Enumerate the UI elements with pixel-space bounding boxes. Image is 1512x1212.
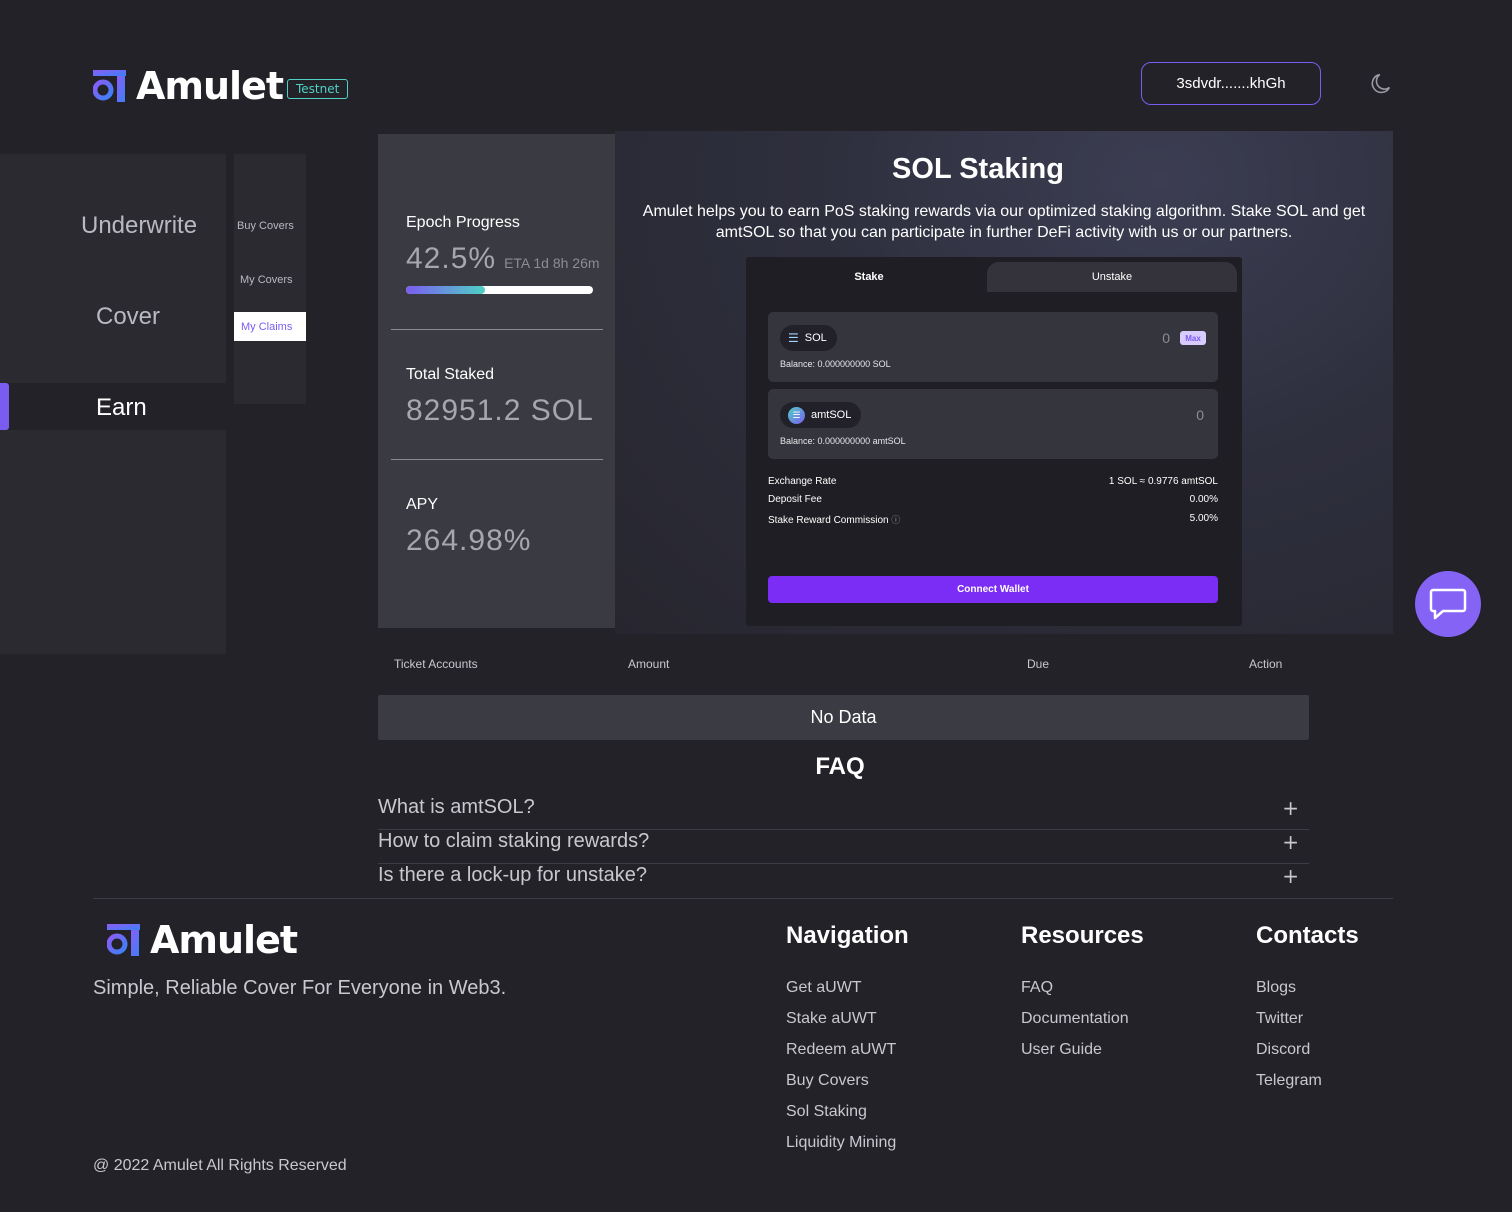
apy-value: 264.98% — [406, 524, 532, 557]
deposit-fee-value: 0.00% — [1189, 494, 1218, 505]
hero-description: Amulet helps you to earn PoS staking rew… — [642, 203, 1366, 241]
amtsol-icon: ☰ — [788, 406, 805, 424]
footer-link-blogs[interactable]: Blogs — [1256, 979, 1296, 997]
stake-input-box: ☰ SOL 0 Max Balance: 0.000000000 SOL — [768, 312, 1218, 382]
footer-logo[interactable]: Amulet — [107, 918, 298, 962]
sol-token-pill[interactable]: ☰ SOL — [780, 325, 837, 351]
footer-link-telegram[interactable]: Telegram — [1256, 1072, 1322, 1090]
footer-copyright: @ 2022 Amulet All Rights Reserved — [93, 1157, 347, 1174]
faq-item[interactable]: Is there a lock-up for unstake? + — [378, 864, 1309, 898]
connect-wallet-button[interactable]: Connect Wallet — [768, 576, 1218, 603]
receive-output-box: ☰ amtSOL 0 Balance: 0.000000000 amtSOL — [768, 389, 1218, 459]
footer-link-get-auwt[interactable]: Get aUWT — [786, 979, 862, 997]
max-button[interactable]: Max — [1180, 331, 1206, 345]
expand-plus-icon[interactable]: + — [1282, 796, 1299, 820]
commission-label: Stake Reward Commission — [768, 515, 889, 526]
faq-question: How to claim staking rewards? — [378, 830, 650, 852]
column-header-amount: Amount — [628, 657, 670, 671]
wallet-address-button[interactable]: 3sdvdr.......khGh — [1141, 62, 1321, 105]
column-header-action: Action — [1249, 657, 1283, 671]
footer-link-redeem-auwt[interactable]: Redeem aUWT — [786, 1041, 896, 1059]
sidebar-active-indicator — [0, 383, 9, 430]
sol-staking-hero: SOL Staking Amulet helps you to earn PoS… — [615, 131, 1393, 634]
sol-icon: ☰ — [788, 331, 799, 345]
sol-token-label: SOL — [804, 332, 827, 344]
amulet-logo-icon — [93, 70, 126, 102]
chat-button[interactable] — [1415, 571, 1481, 637]
stake-amount-input[interactable]: 0 — [1162, 330, 1170, 346]
footer-link-twitter[interactable]: Twitter — [1256, 1010, 1303, 1028]
footer-divider — [93, 898, 1393, 899]
faq-item[interactable]: What is amtSOL? + — [378, 796, 1309, 830]
footer-link-user-guide[interactable]: User Guide — [1021, 1041, 1102, 1059]
epoch-progress-label: Epoch Progress — [406, 214, 520, 231]
footer-tagline: Simple, Reliable Cover For Everyone in W… — [93, 977, 507, 999]
table-empty-state: No Data — [378, 695, 1309, 740]
footer-resources-title: Resources — [1021, 922, 1144, 949]
submenu-item-buy-covers[interactable]: Buy Covers — [237, 220, 294, 232]
hero-title: SOL Staking — [892, 153, 1064, 185]
faq-title: FAQ — [815, 753, 865, 780]
epoch-eta: ETA 1d 8h 26m — [504, 255, 600, 271]
stake-widget: Stake Unstake ☰ SOL 0 Max Balance: 0.000… — [746, 257, 1242, 626]
sidebar-item-earn[interactable]: Earn — [96, 394, 147, 422]
amtsol-token-label: amtSOL — [811, 409, 852, 421]
footer-link-documentation[interactable]: Documentation — [1021, 1010, 1129, 1028]
stats-panel: Epoch Progress 42.5% ETA 1d 8h 26m Total… — [378, 134, 615, 628]
chat-bubble-icon — [1429, 588, 1467, 620]
sol-balance: Balance: 0.000000000 SOL — [780, 359, 891, 369]
footer-link-discord[interactable]: Discord — [1256, 1041, 1310, 1059]
epoch-progress-row: 42.5% ETA 1d 8h 26m — [406, 242, 600, 276]
sidebar-submenu: Buy Covers My Covers My Claims — [234, 154, 306, 404]
sidebar-main: Underwrite Cover Earn — [0, 154, 226, 654]
testnet-badge: Testnet — [287, 79, 349, 99]
brand-name: Amulet — [136, 64, 284, 108]
faq-question: What is amtSOL? — [378, 796, 535, 818]
expand-plus-icon[interactable]: + — [1282, 830, 1299, 854]
footer-link-buy-covers[interactable]: Buy Covers — [786, 1072, 869, 1090]
commission-label-wrap: Stake Reward Commission ⓘ — [768, 513, 900, 526]
column-header-due: Due — [1027, 657, 1050, 671]
total-staked-value: 82951.2 SOL — [406, 394, 594, 427]
sidebar-item-cover[interactable]: Cover — [96, 303, 160, 331]
faq-question: Is there a lock-up for unstake? — [378, 864, 648, 886]
footer-contacts-title: Contacts — [1256, 922, 1359, 949]
submenu-item-my-covers[interactable]: My Covers — [240, 274, 293, 286]
exchange-rate-value: 1 SOL ≈ 0.9776 amtSOL — [1108, 476, 1218, 487]
exchange-rate-row: Exchange Rate 1 SOL ≈ 0.9776 amtSOL — [768, 476, 1218, 487]
stats-divider — [391, 329, 603, 330]
brand-logo[interactable]: Amulet — [93, 64, 284, 108]
deposit-fee-label: Deposit Fee — [768, 494, 822, 505]
column-header-ticket-accounts: Ticket Accounts — [394, 657, 478, 671]
apy-label: APY — [406, 496, 439, 513]
commission-row: Stake Reward Commission ⓘ 5.00% — [768, 513, 1218, 526]
footer-navigation-title: Navigation — [786, 922, 909, 949]
moon-icon[interactable] — [1370, 70, 1396, 96]
info-icon[interactable]: ⓘ — [891, 515, 900, 525]
footer-link-sol-staking[interactable]: Sol Staking — [786, 1103, 867, 1121]
sidebar-item-underwrite[interactable]: Underwrite — [81, 212, 197, 240]
tab-unstake[interactable]: Unstake — [987, 262, 1237, 292]
submenu-item-my-claims[interactable]: My Claims — [241, 321, 292, 333]
amtsol-balance: Balance: 0.000000000 amtSOL — [780, 436, 906, 446]
footer-link-liquidity-mining[interactable]: Liquidity Mining — [786, 1134, 896, 1152]
exchange-rate-label: Exchange Rate — [768, 476, 837, 487]
epoch-progress-value: 42.5% — [406, 242, 497, 275]
receive-amount: 0 — [1196, 407, 1204, 423]
total-staked-label: Total Staked — [406, 366, 495, 383]
footer-link-stake-auwt[interactable]: Stake aUWT — [786, 1010, 877, 1028]
epoch-progress-fill — [406, 286, 486, 294]
amulet-logo-icon — [107, 924, 140, 956]
stats-divider — [391, 459, 603, 460]
footer-brand-name: Amulet — [150, 918, 298, 962]
deposit-fee-row: Deposit Fee 0.00% — [768, 494, 1218, 505]
commission-value: 5.00% — [1189, 513, 1218, 524]
footer-link-faq[interactable]: FAQ — [1021, 979, 1053, 997]
faq-item[interactable]: How to claim staking rewards? + — [378, 830, 1309, 864]
tab-stake[interactable]: Stake — [751, 262, 987, 292]
amtsol-token-pill[interactable]: ☰ amtSOL — [780, 402, 862, 428]
epoch-progress-bar — [406, 286, 593, 294]
expand-plus-icon[interactable]: + — [1282, 864, 1299, 888]
